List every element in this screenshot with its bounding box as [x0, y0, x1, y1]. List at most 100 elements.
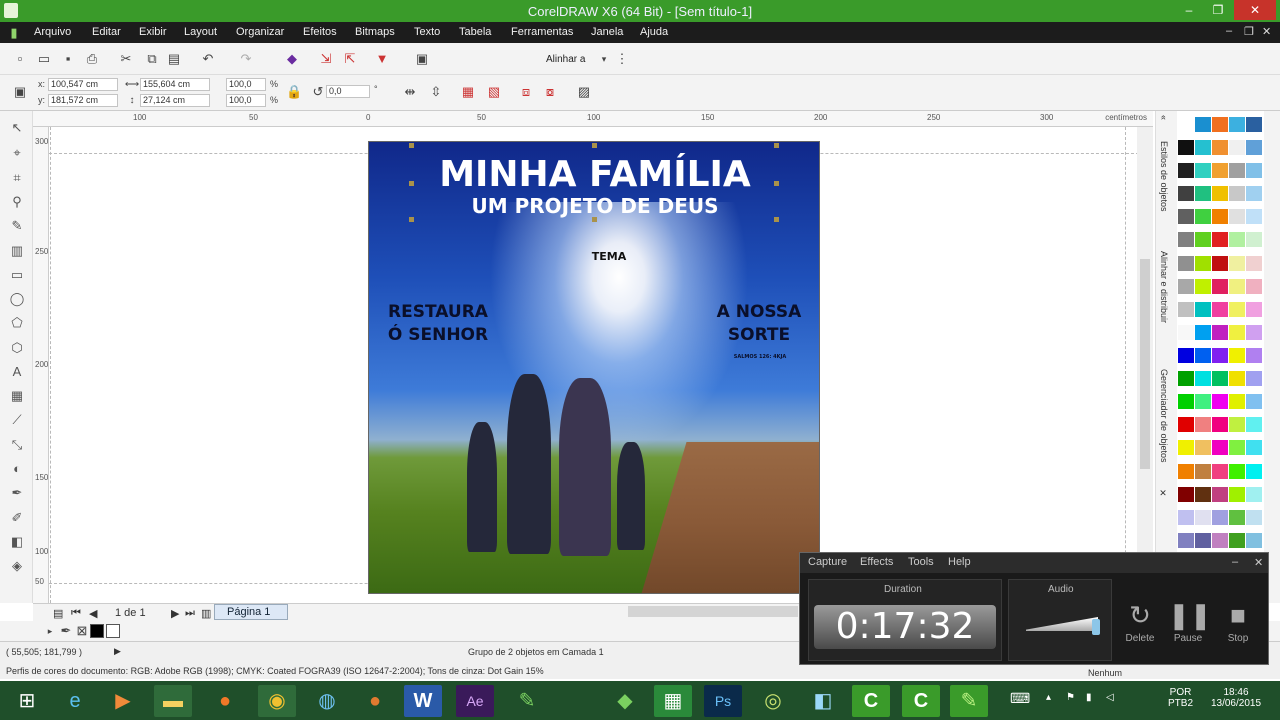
- color-swatch[interactable]: [1178, 509, 1194, 525]
- left-text-line-1[interactable]: RESTAURA: [373, 302, 503, 322]
- minimize-button[interactable]: –: [1175, 0, 1203, 20]
- right-text-line-2[interactable]: SORTE: [699, 325, 819, 345]
- color-swatch[interactable]: [1195, 186, 1211, 202]
- poster-subtitle[interactable]: UM PROJETO DE DEUS: [369, 194, 819, 218]
- bible-reference[interactable]: SALMOS 126: 4KJA: [705, 354, 815, 360]
- selection-handle[interactable]: [409, 181, 414, 186]
- color-swatch[interactable]: [1212, 209, 1228, 225]
- recorder-menu-help[interactable]: Help: [948, 556, 971, 568]
- green-app-icon[interactable]: ✎: [508, 685, 546, 717]
- color-swatch[interactable]: [1178, 463, 1194, 479]
- delete-button[interactable]: ↻ Delete: [1120, 597, 1160, 644]
- color-swatch[interactable]: [1178, 163, 1194, 179]
- menu-editar[interactable]: Editar: [92, 26, 121, 38]
- color-swatch[interactable]: [1212, 371, 1228, 387]
- color-swatch[interactable]: [1212, 417, 1228, 433]
- color-swatch[interactable]: [1229, 301, 1245, 317]
- color-swatch[interactable]: [1229, 232, 1245, 248]
- color-swatch[interactable]: [1229, 509, 1245, 525]
- poster-page[interactable]: MINHA FAMÍLIA UM PROJETO DE DEUS TEMA RE…: [368, 141, 820, 594]
- undo-icon[interactable]: ↶: [200, 51, 216, 67]
- color-swatch[interactable]: [1195, 163, 1211, 179]
- no-color-icon[interactable]: ⊠: [74, 623, 90, 639]
- color-swatch[interactable]: [1212, 348, 1228, 364]
- after-effects-icon[interactable]: Ae: [456, 685, 494, 717]
- menu-janela[interactable]: Janela: [591, 26, 623, 38]
- color-swatch[interactable]: [1229, 163, 1245, 179]
- docker-tab-align[interactable]: Alinhar e distribuir: [1159, 251, 1169, 323]
- cut-icon[interactable]: ✂: [118, 51, 134, 67]
- y-position-field[interactable]: 181,572 cm: [48, 94, 118, 107]
- table-tool-icon[interactable]: ▦: [8, 387, 26, 405]
- scrollbar-thumb[interactable]: [1140, 259, 1150, 469]
- color-swatch[interactable]: [1246, 371, 1262, 387]
- options-icon[interactable]: ⋮: [614, 51, 630, 67]
- menu-bitmaps[interactable]: Bitmaps: [355, 26, 395, 38]
- spreadsheet-icon[interactable]: ▦: [654, 685, 692, 717]
- color-swatch[interactable]: [1178, 440, 1194, 456]
- effects-tool-icon[interactable]: ◐: [8, 460, 26, 478]
- color-swatch[interactable]: [1212, 301, 1228, 317]
- connector-tool-icon[interactable]: ⤡: [8, 436, 26, 454]
- color-swatch[interactable]: [1195, 117, 1211, 132]
- group-icon[interactable]: ▦: [460, 84, 476, 100]
- clock[interactable]: 18:46 13/06/2015: [1204, 687, 1268, 709]
- color-swatch[interactable]: [1229, 209, 1245, 225]
- color-swatch[interactable]: [1246, 232, 1262, 248]
- last-page-icon[interactable]: ⏭: [185, 607, 195, 620]
- first-page-icon[interactable]: ⏮: [71, 607, 81, 620]
- color-swatch[interactable]: [1178, 417, 1194, 433]
- flag-icon[interactable]: ⚑: [1066, 692, 1075, 703]
- color-swatch[interactable]: [1229, 324, 1245, 340]
- color-swatch[interactable]: [1246, 532, 1262, 548]
- recorder-minimize-icon[interactable]: –: [1232, 556, 1238, 568]
- ellipse-tool-icon[interactable]: ◯: [8, 290, 26, 308]
- height-field[interactable]: 27,124 cm: [140, 94, 210, 107]
- play-icon[interactable]: ▶: [114, 646, 121, 657]
- color-swatch[interactable]: [1195, 301, 1211, 317]
- basic-shapes-icon[interactable]: ⬡: [8, 339, 26, 357]
- color-swatch[interactable]: [1195, 394, 1211, 410]
- color-swatch[interactable]: [1178, 532, 1194, 548]
- color-swatch[interactable]: [1195, 440, 1211, 456]
- color-swatch[interactable]: [1195, 417, 1211, 433]
- palette-arrow-icon[interactable]: ▸: [42, 623, 58, 639]
- color-swatch[interactable]: [1178, 394, 1194, 410]
- export-icon[interactable]: ⇱: [342, 51, 358, 67]
- file-explorer-icon[interactable]: ▬: [154, 685, 192, 717]
- color-swatch[interactable]: [1246, 509, 1262, 525]
- restore-button[interactable]: ❐: [1204, 0, 1232, 20]
- recorder-menu-effects[interactable]: Effects: [860, 556, 893, 568]
- color-swatch[interactable]: [1246, 255, 1262, 271]
- scale-x-field[interactable]: 100,0: [226, 78, 266, 91]
- coreldraw-app-icon[interactable]: ◆: [606, 685, 644, 717]
- color-swatch[interactable]: [1246, 186, 1262, 202]
- color-swatch[interactable]: [1246, 463, 1262, 479]
- color-swatch[interactable]: [1178, 117, 1194, 132]
- vertical-scrollbar[interactable]: [1137, 127, 1153, 603]
- color-swatch[interactable]: [1212, 117, 1228, 132]
- left-text-line-2[interactable]: Ó SENHOR: [373, 325, 503, 345]
- collapse-icon[interactable]: «: [1159, 115, 1169, 120]
- media-player-icon[interactable]: ▶: [104, 685, 142, 717]
- color-swatch[interactable]: [1195, 486, 1211, 502]
- color-swatch[interactable]: [1178, 186, 1194, 202]
- doc-minimize-icon[interactable]: –: [1226, 25, 1232, 37]
- color-swatch[interactable]: [1246, 209, 1262, 225]
- smart-fill-icon[interactable]: ▥: [8, 242, 26, 260]
- color-swatch[interactable]: [1178, 209, 1194, 225]
- color-swatch[interactable]: [1246, 394, 1262, 410]
- width-field[interactable]: 155,604 cm: [140, 78, 210, 91]
- color-palette[interactable]: [1178, 117, 1264, 555]
- guideline[interactable]: [1125, 127, 1126, 603]
- color-swatch[interactable]: [1246, 117, 1262, 132]
- fill-tool-icon[interactable]: ◧: [8, 533, 26, 551]
- white-swatch[interactable]: [106, 624, 120, 638]
- eyedropper-icon[interactable]: ✒: [58, 623, 74, 639]
- color-swatch[interactable]: [1178, 371, 1194, 387]
- next-page-icon[interactable]: ▶: [171, 607, 179, 620]
- color-swatch[interactable]: [1178, 324, 1194, 340]
- docker-close-icon[interactable]: ✕: [1159, 489, 1169, 499]
- crop-tool-icon[interactable]: ⌗: [8, 169, 26, 187]
- color-swatch[interactable]: [1229, 371, 1245, 387]
